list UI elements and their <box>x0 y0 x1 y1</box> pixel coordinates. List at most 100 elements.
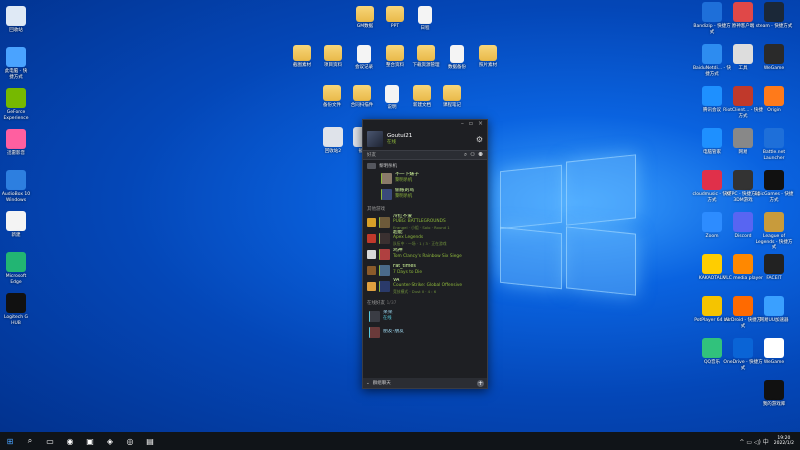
desktop-shortcut[interactable]: Logitech G HUB <box>0 293 36 326</box>
friend-group-header[interactable]: 黎明杀机 <box>363 160 487 170</box>
avatar <box>369 326 380 338</box>
file-explorer-icon[interactable]: ▣ <box>80 432 100 450</box>
system-tray[interactable]: ^ ▭ ◁) 中 19:20 2022/1/2 <box>739 436 800 447</box>
friend-entry[interactable]: 超能 Apex Legends 队伍中 · 一场 · 1 / 3 · 正在游戏 <box>363 230 487 246</box>
friend-text: 偷账的鸟 黎明杀机 <box>395 188 414 199</box>
steam-status: 在线 <box>387 140 396 145</box>
friend-entry[interactable]: 偷账的鸟 黎明杀机 <box>363 186 487 202</box>
desktop-shortcut[interactable]: steam - 快捷方式 <box>754 2 794 30</box>
start-icon[interactable]: ⊞ <box>0 432 20 450</box>
folder-icon <box>353 85 371 101</box>
game-icon <box>367 281 376 291</box>
desktop-shortcut[interactable]: FACEIT <box>754 254 794 282</box>
chrome-icon[interactable]: ◎ <box>120 432 140 450</box>
desktop-shortcut[interactable]: 回收站 <box>0 6 36 34</box>
desktop-shortcut[interactable]: 我的游戏库 <box>754 380 794 408</box>
friend-text: 不一下婊子 黎明杀机 <box>395 172 419 183</box>
group-chat-bar[interactable]: ⌄ 群组聊天 + <box>363 378 487 388</box>
app-icon <box>6 88 26 108</box>
friend-entry[interactable]: VA Counter-Strike: Global Offensive 竞技模式 ·… <box>363 278 487 294</box>
taskbar: ⊞ ⌕ ▭ ◉ ▣ ◈ ◎ ▤ ^ ▭ ◁) 中 19:20 2022/1/2 <box>0 432 800 450</box>
close-icon[interactable]: × <box>478 121 483 127</box>
app-icon[interactable]: ▤ <box>140 432 160 450</box>
friends-search-label[interactable]: 好友 <box>367 152 461 158</box>
folder-label: 照片素材 <box>479 63 497 68</box>
shortcut-label: 回收站 <box>9 28 23 33</box>
friend-text: 朋友-朋友 <box>383 329 404 335</box>
desktop-folder[interactable]: 照片素材 <box>468 45 508 69</box>
steam-titlebar[interactable]: – ▫ × <box>363 120 487 128</box>
app-icon <box>764 338 784 358</box>
avatar <box>379 264 390 276</box>
folder-icon <box>386 6 404 22</box>
avatar <box>381 188 392 200</box>
tray-icons[interactable]: ^ ▭ ◁) 中 <box>739 437 768 446</box>
steam-friends-window[interactable]: – ▫ × Goutui21 在线 ⚙ 好友 ⌕ ⚇ ⚉ 黎明杀机 不一下婊子黎… <box>362 119 488 389</box>
avatar <box>379 216 390 228</box>
steam-icon[interactable]: ◈ <box>100 432 120 450</box>
desktop-shortcut[interactable]: WeGame <box>754 44 794 72</box>
add-group-chat-button[interactable]: + <box>477 379 484 387</box>
app-icon <box>733 296 753 316</box>
folder-icon <box>357 45 371 63</box>
app-icon <box>6 170 26 190</box>
app-icon <box>733 44 753 64</box>
desktop-shortcut[interactable]: GeForce Experience <box>0 88 36 121</box>
avatar <box>381 172 392 184</box>
desktop-folder[interactable]: 日程 <box>405 6 445 32</box>
chevron-down-icon[interactable]: ⌄ <box>366 381 370 386</box>
app-icon <box>733 212 753 232</box>
desktop-shortcut[interactable]: AudioBox 10 Windows <box>0 170 36 203</box>
folder-icon <box>324 45 342 61</box>
desktop-shortcut[interactable]: WeGame <box>754 338 794 366</box>
online-friends-header[interactable]: 在线好友 1/37 <box>363 294 487 308</box>
desktop-shortcut[interactable]: Origin <box>754 86 794 114</box>
desktop-shortcut[interactable]: 网易UU加速器 <box>754 296 794 324</box>
gear-icon[interactable]: ⚙ <box>476 135 483 144</box>
friend-status: 在线 <box>383 316 392 321</box>
app-icon <box>764 212 784 232</box>
friend-entry[interactable]: 鸡神 Tom Clancy's Rainbow Six Siege <box>363 246 487 262</box>
clock[interactable]: 19:20 2022/1/2 <box>774 436 794 447</box>
avatar <box>379 248 390 260</box>
desktop-shortcut[interactable]: 迅雷影音 <box>0 129 36 157</box>
friend-text: Fat_times 7 Days to Die <box>393 264 422 275</box>
folder-icon <box>417 45 435 61</box>
desktop-shortcut[interactable]: EpicGames - 快捷方式 <box>754 170 794 203</box>
friend-entry[interactable]: 不一下婊子 黎明杀机 <box>363 170 487 186</box>
search-icon[interactable]: ⌕ <box>464 152 467 159</box>
app-icon <box>702 44 722 64</box>
search-icon[interactable]: ⌕ <box>20 432 40 450</box>
friends-search-bar[interactable]: 好友 ⌕ ⚇ ⚉ <box>363 150 487 160</box>
edge-icon[interactable]: ◉ <box>60 432 80 450</box>
folder-icon <box>293 45 311 61</box>
windows-wallpaper-logo <box>492 150 642 296</box>
avatar[interactable] <box>367 131 383 147</box>
folder-icon <box>479 45 497 61</box>
shortcut-label: GeForce Experience <box>3 110 29 121</box>
friend-name: 朋友-朋友 <box>383 329 404 335</box>
group-chat-icon[interactable]: ⚉ <box>478 152 483 158</box>
shortcut-label: AudioBox 10 Windows <box>1 192 31 203</box>
add-friend-icon[interactable]: ⚇ <box>470 152 475 158</box>
maximize-icon[interactable]: ▫ <box>469 121 473 127</box>
friend-entry[interactable]: Fat_times 7 Days to Die <box>363 262 487 278</box>
app-icon <box>702 254 722 274</box>
desktop-shortcut[interactable]: Battle.net Launcher <box>754 128 794 161</box>
friend-entry[interactable]: 朋友-朋友 <box>363 324 487 340</box>
friend-text: 呆呆 在线 <box>383 310 393 321</box>
app-icon <box>6 6 26 26</box>
task-view-icon[interactable]: ▭ <box>40 432 60 450</box>
desktop-shortcut[interactable]: 此电脑 - 快 捷方式 <box>0 47 36 80</box>
app-icon <box>702 170 722 190</box>
desktop-folder[interactable]: 课程笔记 <box>432 85 472 109</box>
shortcut-label: Origin <box>767 108 781 113</box>
desktop-shortcut[interactable]: Microsoft Edge <box>0 252 36 285</box>
friend-entry[interactable]: 呆呆 在线 <box>363 308 487 324</box>
friend-entry[interactable]: 冷红不爱 PUBG: BATTLEGROUNDS Erangel · 小组 · So… <box>363 214 487 230</box>
desktop-shortcut[interactable]: 新建 <box>0 211 36 239</box>
minimize-icon[interactable]: – <box>461 121 464 127</box>
desktop-shortcut[interactable]: League of Legends - 快捷方式 <box>754 212 794 251</box>
steam-profile-header[interactable]: Goutui21 在线 ⚙ <box>363 128 487 150</box>
game-icon <box>367 265 376 275</box>
